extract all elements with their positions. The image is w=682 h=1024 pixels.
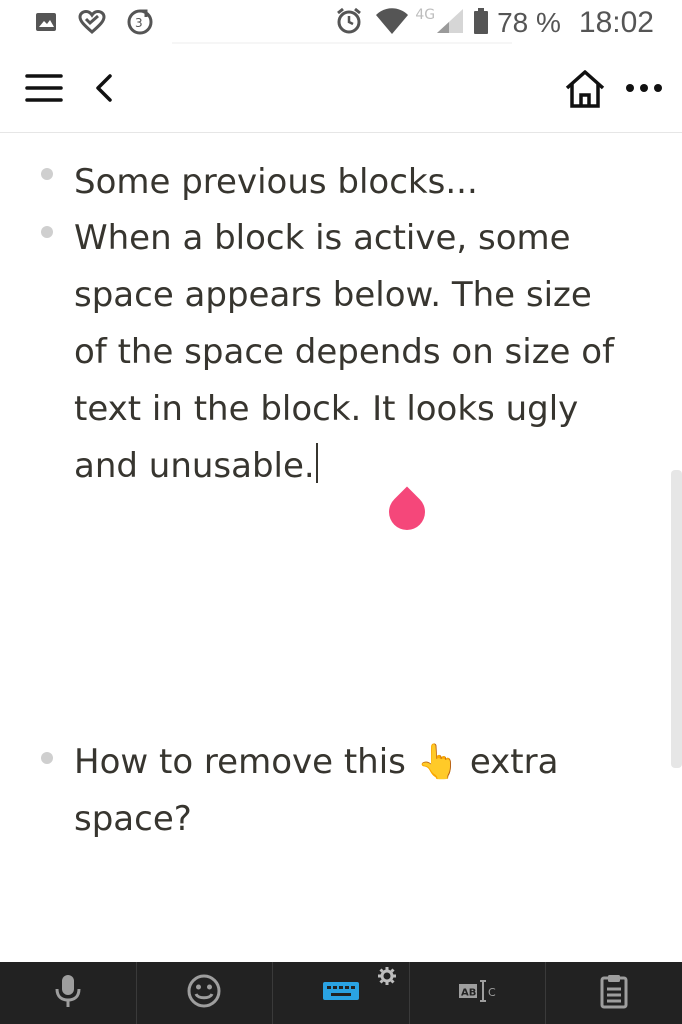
svg-text:C: C <box>488 986 496 999</box>
bullet-icon <box>41 168 53 180</box>
scrollbar[interactable] <box>671 470 682 768</box>
bullet-icon <box>41 752 53 764</box>
keyboard-toolbar: AB C <box>0 962 682 1024</box>
text-correction-button[interactable]: AB C <box>408 962 546 1024</box>
microphone-icon <box>53 973 83 1013</box>
gallery-icon <box>34 10 58 38</box>
block-text[interactable]: When a block is active, some space appea… <box>74 210 634 495</box>
clock: 18:02 <box>578 6 654 39</box>
alarm-icon <box>335 7 363 39</box>
svg-text:AB: AB <box>461 988 476 999</box>
more-icon[interactable] <box>620 74 668 102</box>
wifi-icon <box>375 7 409 39</box>
settings-gear-icon[interactable] <box>377 966 397 990</box>
heart-chat-icon <box>78 9 106 38</box>
home-icon[interactable] <box>562 66 608 112</box>
keyboard-icon <box>322 980 360 1006</box>
signal-icon <box>435 7 465 39</box>
emoji-button[interactable] <box>135 962 273 1024</box>
list-item-active[interactable]: When a block is active, some space appea… <box>0 206 670 496</box>
text-cursor <box>315 443 318 483</box>
list-item[interactable]: How to remove this 👆 extra space? <box>0 734 670 854</box>
microphone-button[interactable] <box>0 962 136 1024</box>
sync-icon: 3 <box>126 8 154 40</box>
notification-icons: 3 <box>34 8 154 40</box>
emoji-icon <box>186 973 222 1013</box>
app-top-bar <box>0 44 682 133</box>
svg-text:3: 3 <box>135 16 143 30</box>
block-text[interactable]: Some previous blocks... <box>74 154 634 211</box>
list-item[interactable]: Some previous blocks... <box>0 142 670 202</box>
battery-icon <box>473 7 489 39</box>
block-text[interactable]: How to remove this 👆 extra space? <box>74 734 634 848</box>
clipboard-button[interactable] <box>545 962 682 1024</box>
page-content: Some previous blocks... When a block is … <box>0 132 670 962</box>
back-icon[interactable] <box>86 66 122 110</box>
text-correction-icon: AB C <box>458 978 498 1008</box>
status-bar: 3 4G 78 % 18:02 <box>0 0 682 44</box>
battery-percent: 78 % <box>497 7 561 38</box>
system-icons: 4G 78 % 18:02 <box>335 4 654 42</box>
network-type: 4G <box>415 7 436 23</box>
bullet-icon <box>41 226 53 238</box>
clipboard-icon <box>599 973 629 1013</box>
menu-icon[interactable] <box>22 66 66 110</box>
keyboard-button[interactable] <box>272 962 409 1024</box>
